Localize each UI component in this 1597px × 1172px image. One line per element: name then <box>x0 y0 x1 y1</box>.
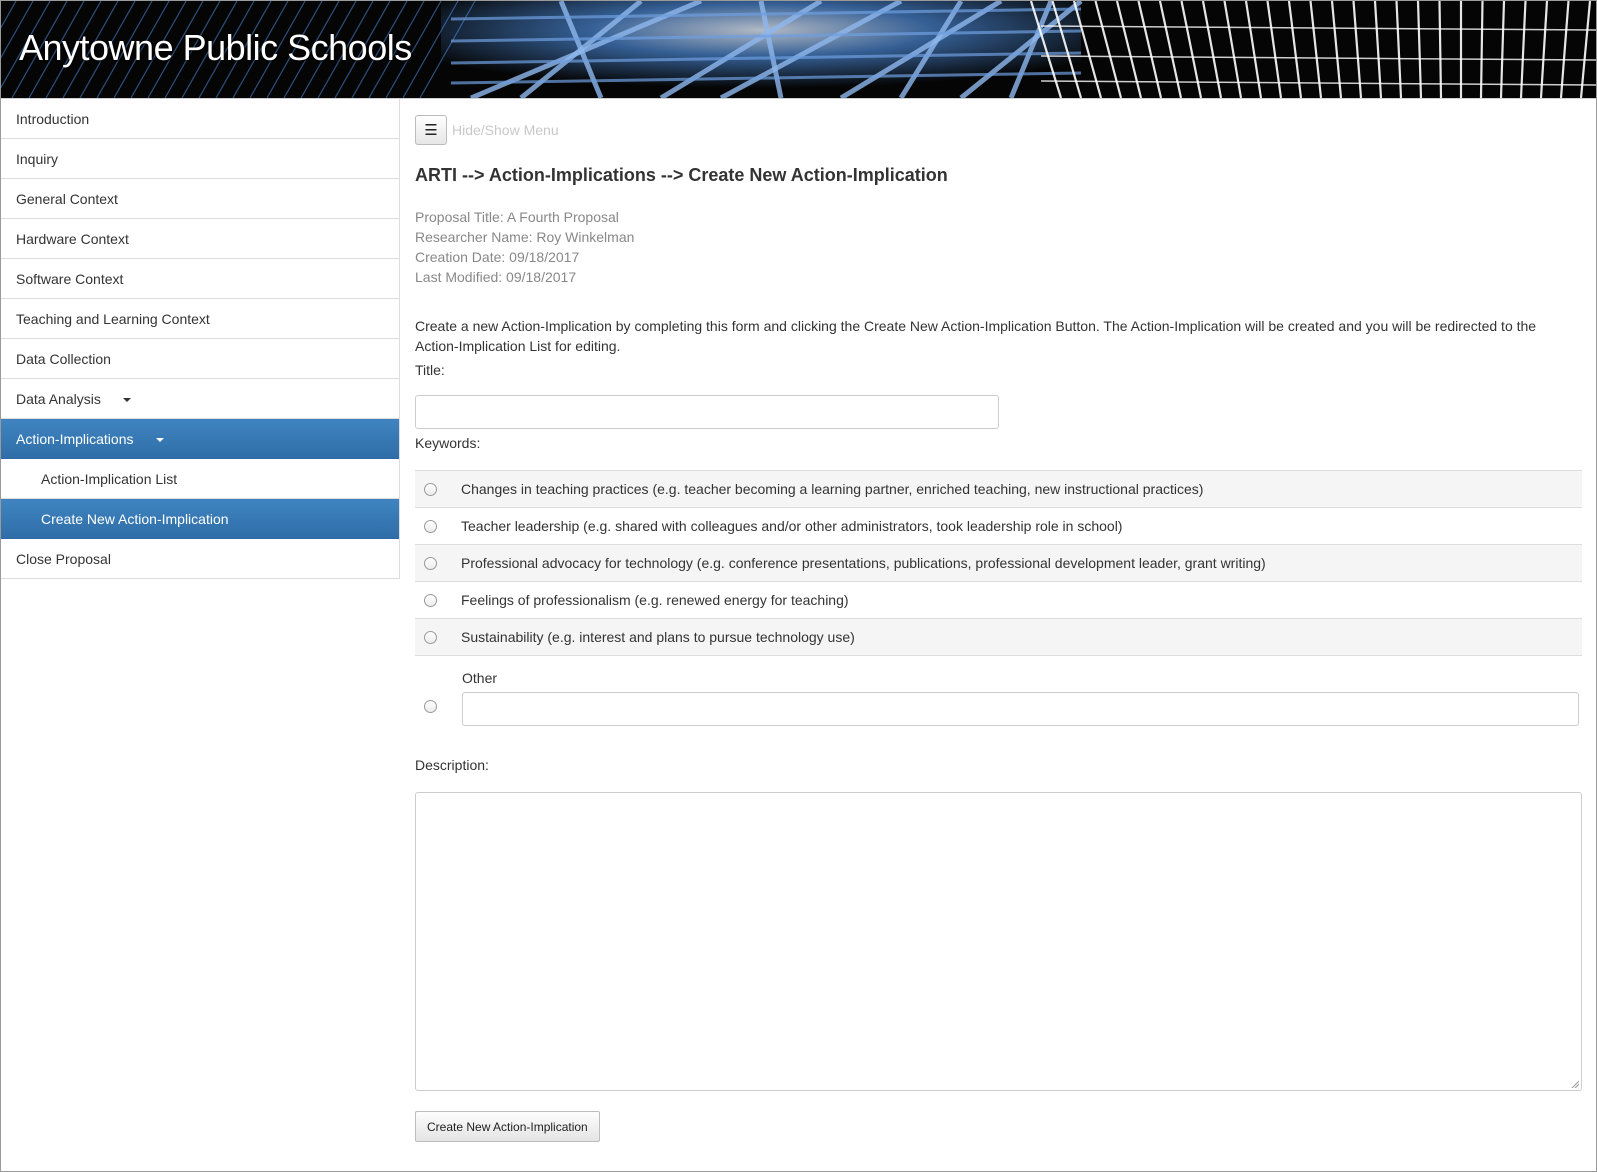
app-window: Anytowne Public Schools Introduction Inq… <box>0 0 1597 1172</box>
hide-show-menu-label: Hide/Show Menu <box>452 122 559 138</box>
sidebar-item-data-analysis[interactable]: Data Analysis <box>1 379 399 419</box>
keyword-radio[interactable] <box>424 519 437 533</box>
title-label: Title: <box>415 362 445 378</box>
sidebar-item-hardware-context[interactable]: Hardware Context <box>1 219 399 259</box>
sidebar-item-software-context[interactable]: Software Context <box>1 259 399 299</box>
keyword-other-radio[interactable] <box>424 700 437 713</box>
keyword-row[interactable]: Sustainability (e.g. interest and plans … <box>415 618 1582 655</box>
keyword-radio[interactable] <box>424 482 437 496</box>
menu-toggle-row: ☰ Hide/Show Menu <box>415 115 559 145</box>
sidebar-item-action-implication-list[interactable]: Action-Implication List <box>1 459 399 499</box>
keywords-label: Keywords: <box>415 435 481 451</box>
sidebar-item-label: Teaching and Learning Context <box>16 310 210 327</box>
sidebar-item-label: General Context <box>16 190 118 207</box>
last-modified-text: Last Modified: 09/18/2017 <box>415 269 577 285</box>
keyword-row[interactable]: Feelings of professionalism (e.g. renewe… <box>415 581 1582 618</box>
sidebar-item-label: Software Context <box>16 270 124 287</box>
site-title: Anytowne Public Schools <box>19 27 412 68</box>
keyword-label: Teacher leadership (e.g. shared with col… <box>461 518 1123 534</box>
hamburger-icon: ☰ <box>424 122 438 139</box>
proposal-meta: Proposal Title: A Fourth Proposal Resear… <box>415 207 634 287</box>
sidebar-item-label: Action-Implications <box>16 430 134 447</box>
creation-date-text: Creation Date: 09/18/2017 <box>415 249 580 265</box>
resize-grip-icon[interactable] <box>1571 1080 1579 1088</box>
sidebar-item-introduction[interactable]: Introduction <box>1 99 399 139</box>
keyword-row[interactable]: Teacher leadership (e.g. shared with col… <box>415 507 1582 544</box>
keyword-label: Changes in teaching practices (e.g. teac… <box>461 481 1204 497</box>
sidebar-item-label: Close Proposal <box>16 550 111 567</box>
keyword-radio[interactable] <box>424 593 437 607</box>
sidebar-item-label: Data Analysis <box>16 390 101 407</box>
caret-down-icon <box>122 397 131 402</box>
sidebar-item-general-context[interactable]: General Context <box>1 179 399 219</box>
sidebar-item-close-proposal[interactable]: Close Proposal <box>1 539 399 579</box>
header-banner: Anytowne Public Schools <box>1 1 1596 99</box>
sidebar-item-label: Create New Action-Implication <box>41 510 229 527</box>
keyword-label: Sustainability (e.g. interest and plans … <box>461 629 855 645</box>
keyword-label: Professional advocacy for technology (e.… <box>461 555 1266 571</box>
create-new-action-implication-button[interactable]: Create New Action-Implication <box>415 1111 600 1142</box>
description-textarea[interactable] <box>415 792 1582 1091</box>
form-instructions: Create a new Action-Implication by compl… <box>415 318 1537 354</box>
sidebar-item-data-collection[interactable]: Data Collection <box>1 339 399 379</box>
other-label: Other <box>462 670 498 686</box>
keyword-row-other: Other <box>415 655 1582 755</box>
keywords-table: Changes in teaching practices (e.g. teac… <box>415 470 1582 755</box>
sidebar-item-label: Introduction <box>16 110 90 127</box>
researcher-name-text: Researcher Name: Roy Winkelman <box>415 229 635 245</box>
title-input[interactable] <box>415 395 999 429</box>
hamburger-menu-button[interactable]: ☰ <box>415 115 447 145</box>
page-title: ARTI --> Action-Implications --> Create … <box>415 165 948 185</box>
sidebar-item-label: Action-Implication List <box>41 470 178 487</box>
sidebar-item-create-new-action-implication[interactable]: Create New Action-Implication <box>1 499 399 539</box>
keyword-row[interactable]: Professional advocacy for technology (e.… <box>415 544 1582 581</box>
sidebar-nav: Introduction Inquiry General Context Har… <box>1 99 400 579</box>
other-keyword-input[interactable] <box>462 692 1579 726</box>
sidebar-item-label: Hardware Context <box>16 230 129 247</box>
keyword-radio[interactable] <box>424 630 437 644</box>
proposal-title-text: Proposal Title: A Fourth Proposal <box>415 209 619 225</box>
keyword-label: Feelings of professionalism (e.g. renewe… <box>461 592 849 608</box>
sidebar-item-teaching-learning-context[interactable]: Teaching and Learning Context <box>1 299 399 339</box>
sidebar-item-inquiry[interactable]: Inquiry <box>1 139 399 179</box>
caret-down-icon <box>155 437 164 442</box>
description-label: Description: <box>415 757 489 773</box>
sidebar-item-label: Data Collection <box>16 350 111 367</box>
sidebar-item-label: Inquiry <box>16 150 59 167</box>
sidebar-item-action-implications[interactable]: Action-Implications <box>1 419 399 459</box>
keyword-radio[interactable] <box>424 556 437 570</box>
keyword-row[interactable]: Changes in teaching practices (e.g. teac… <box>415 470 1582 507</box>
